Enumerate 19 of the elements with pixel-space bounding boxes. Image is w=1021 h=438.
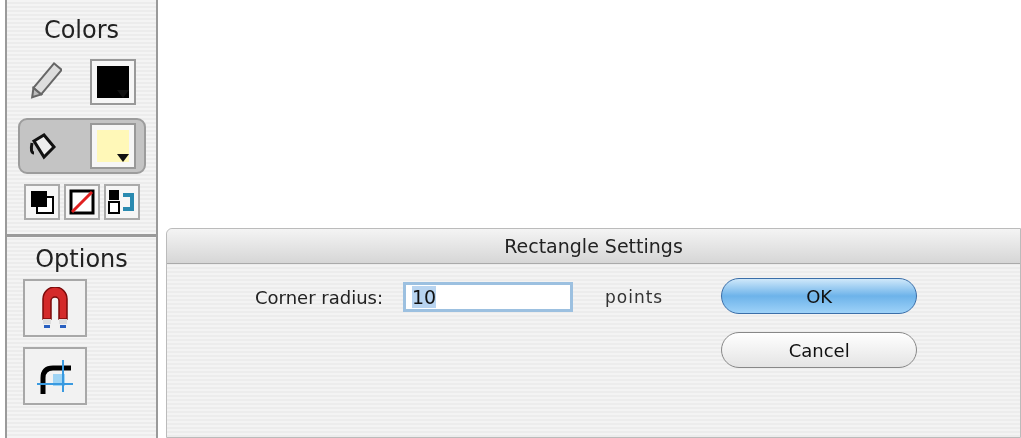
field-label: Corner radius: <box>255 286 383 308</box>
color-tool-button[interactable] <box>23 184 60 220</box>
color-row[interactable] <box>17 118 146 174</box>
color-swatch[interactable] <box>89 123 136 169</box>
cancel-button[interactable]: Cancel <box>721 332 918 368</box>
colors-heading: Colors <box>43 15 120 46</box>
dialog-title: Rectangle Settings <box>167 229 1020 264</box>
option-button[interactable] <box>23 347 87 405</box>
options-heading: Options <box>35 244 128 275</box>
no-color-icon <box>68 189 95 215</box>
color-swatch[interactable] <box>89 59 136 105</box>
ok-button[interactable]: OK <box>721 278 918 314</box>
color-tool-button[interactable] <box>103 184 140 220</box>
option-button[interactable] <box>23 279 87 337</box>
magnet-icon <box>40 287 70 329</box>
color-tool-button[interactable] <box>63 184 100 220</box>
corner-radius-field[interactable]: 10 <box>403 282 573 312</box>
overlapping-squares-icon <box>28 189 55 215</box>
unit-label: points <box>605 287 664 307</box>
